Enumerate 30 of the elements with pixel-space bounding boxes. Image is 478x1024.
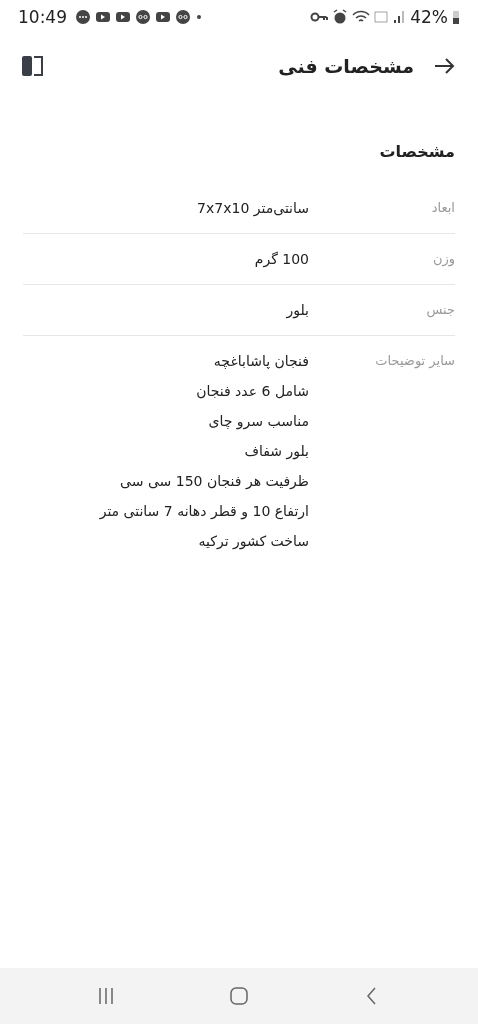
voicemail-icon (135, 9, 151, 25)
sidebar-toggle-icon[interactable] (20, 54, 46, 78)
spec-label: سایر توضیحات (374, 352, 455, 371)
signal-icon (392, 9, 407, 25)
spec-value: بلور شفاف (243, 442, 309, 462)
spec-value: ساخت کشور ترکیه (197, 532, 309, 552)
wifi-icon (352, 9, 371, 25)
battery-level: 42% (410, 7, 448, 27)
spec-label: وزن (431, 250, 455, 269)
spec-value: ظرفیت هر فنجان 150 سی سی (119, 472, 309, 491)
status-time: 10:49 (18, 7, 67, 27)
page-title: مشخصات فنی (278, 55, 414, 77)
spec-label: ابعاد (430, 199, 455, 217)
video-icon (115, 9, 131, 25)
video-icon (155, 9, 171, 25)
video-icon (95, 9, 111, 25)
spec-value: مناسب سرو چای (207, 412, 309, 432)
spec-value: 100 گرم (254, 250, 309, 270)
spec-value: سانتی‌متر 7x7x10 (197, 199, 309, 219)
spec-value: ارتفاع 10 و قطر دهانه 7 سانتی متر (99, 502, 309, 522)
spec-label: جنس (425, 301, 455, 320)
home-icon[interactable] (229, 986, 249, 1006)
spec-value: بلور (286, 301, 309, 321)
voicemail-icon (175, 9, 191, 25)
spec-value: شامل 6 عدد فنجان (195, 382, 309, 401)
chat-icon (75, 9, 91, 25)
alarm-icon (332, 9, 349, 25)
section-title: مشخصات (378, 142, 455, 161)
spec-value: فنجان پاشاباغچه (212, 352, 309, 371)
battery-icon (452, 9, 460, 25)
